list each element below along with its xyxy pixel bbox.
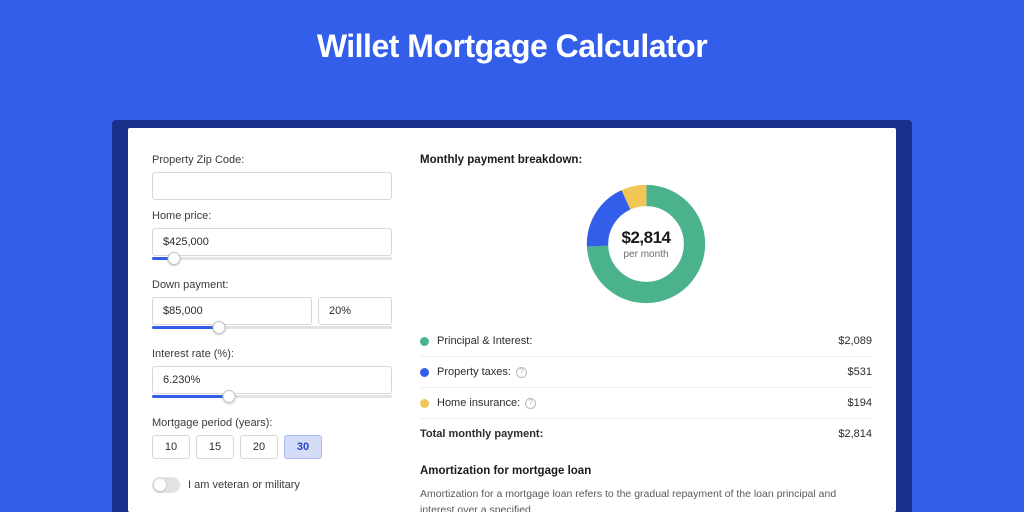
field-interest-rate: Interest rate (%): [152, 348, 392, 407]
legend-label: Home insurance:? [437, 397, 848, 409]
field-down-payment: Down payment: [152, 279, 392, 338]
legend-dot-icon [420, 337, 429, 346]
amortization-title: Amortization for mortgage loan [420, 465, 872, 477]
total-value: $2,814 [838, 428, 872, 440]
legend-dot-icon [420, 399, 429, 408]
zip-label: Property Zip Code: [152, 154, 392, 166]
info-icon[interactable]: ? [516, 367, 527, 378]
amortization-section: Amortization for mortgage loan Amortizat… [420, 465, 872, 512]
down-payment-percent-input[interactable] [318, 297, 392, 325]
home-price-label: Home price: [152, 210, 392, 222]
info-icon[interactable]: ? [525, 398, 536, 409]
slider-thumb-icon[interactable] [222, 390, 235, 403]
veteran-toggle[interactable] [152, 477, 180, 493]
period-option-15[interactable]: 15 [196, 435, 234, 459]
legend-dot-icon [420, 368, 429, 377]
field-home-price: Home price: [152, 210, 392, 269]
legend-value: $2,089 [838, 335, 872, 347]
breakdown-title: Monthly payment breakdown: [420, 154, 872, 166]
donut-center-sub: per month [623, 249, 668, 260]
legend-label: Principal & Interest: [437, 335, 838, 347]
donut-chart: $2,814 per month [582, 180, 710, 308]
total-row: Total monthly payment: $2,814 [420, 419, 872, 449]
home-price-input[interactable] [152, 228, 392, 256]
interest-rate-label: Interest rate (%): [152, 348, 392, 360]
legend-value: $531 [848, 366, 872, 378]
amortization-text: Amortization for a mortgage loan refers … [420, 487, 872, 512]
field-zip: Property Zip Code: [152, 154, 392, 200]
down-payment-label: Down payment: [152, 279, 392, 291]
legend-row: Home insurance:?$194 [420, 388, 872, 419]
toggle-knob-icon [154, 479, 166, 491]
legend: Principal & Interest:$2,089Property taxe… [420, 326, 872, 419]
legend-label: Property taxes:? [437, 366, 848, 378]
interest-rate-input[interactable] [152, 366, 392, 394]
period-option-10[interactable]: 10 [152, 435, 190, 459]
period-option-20[interactable]: 20 [240, 435, 278, 459]
interest-rate-slider[interactable] [152, 393, 392, 407]
veteran-row: I am veteran or military [152, 477, 392, 493]
period-label: Mortgage period (years): [152, 417, 392, 429]
page-background: Willet Mortgage Calculator Property Zip … [0, 0, 1024, 512]
field-period: Mortgage period (years): 10152030 [152, 417, 392, 459]
form-panel: Property Zip Code: Home price: Down paym… [152, 154, 392, 512]
slider-thumb-icon[interactable] [167, 252, 180, 265]
page-title: Willet Mortgage Calculator [0, 0, 1024, 65]
legend-row: Principal & Interest:$2,089 [420, 326, 872, 357]
down-payment-amount-input[interactable] [152, 297, 312, 325]
breakdown-panel: Monthly payment breakdown: $2,814 per mo… [420, 154, 872, 512]
veteran-label: I am veteran or military [188, 479, 300, 491]
total-label: Total monthly payment: [420, 428, 838, 440]
slider-thumb-icon[interactable] [213, 321, 226, 334]
donut-chart-wrap: $2,814 per month [420, 180, 872, 308]
zip-input[interactable] [152, 172, 392, 200]
legend-value: $194 [848, 397, 872, 409]
legend-row: Property taxes:?$531 [420, 357, 872, 388]
period-option-30[interactable]: 30 [284, 435, 322, 459]
calculator-card: Property Zip Code: Home price: Down paym… [128, 128, 896, 512]
donut-center-amount: $2,814 [622, 228, 671, 248]
down-payment-slider[interactable] [152, 324, 392, 338]
home-price-slider[interactable] [152, 255, 392, 269]
